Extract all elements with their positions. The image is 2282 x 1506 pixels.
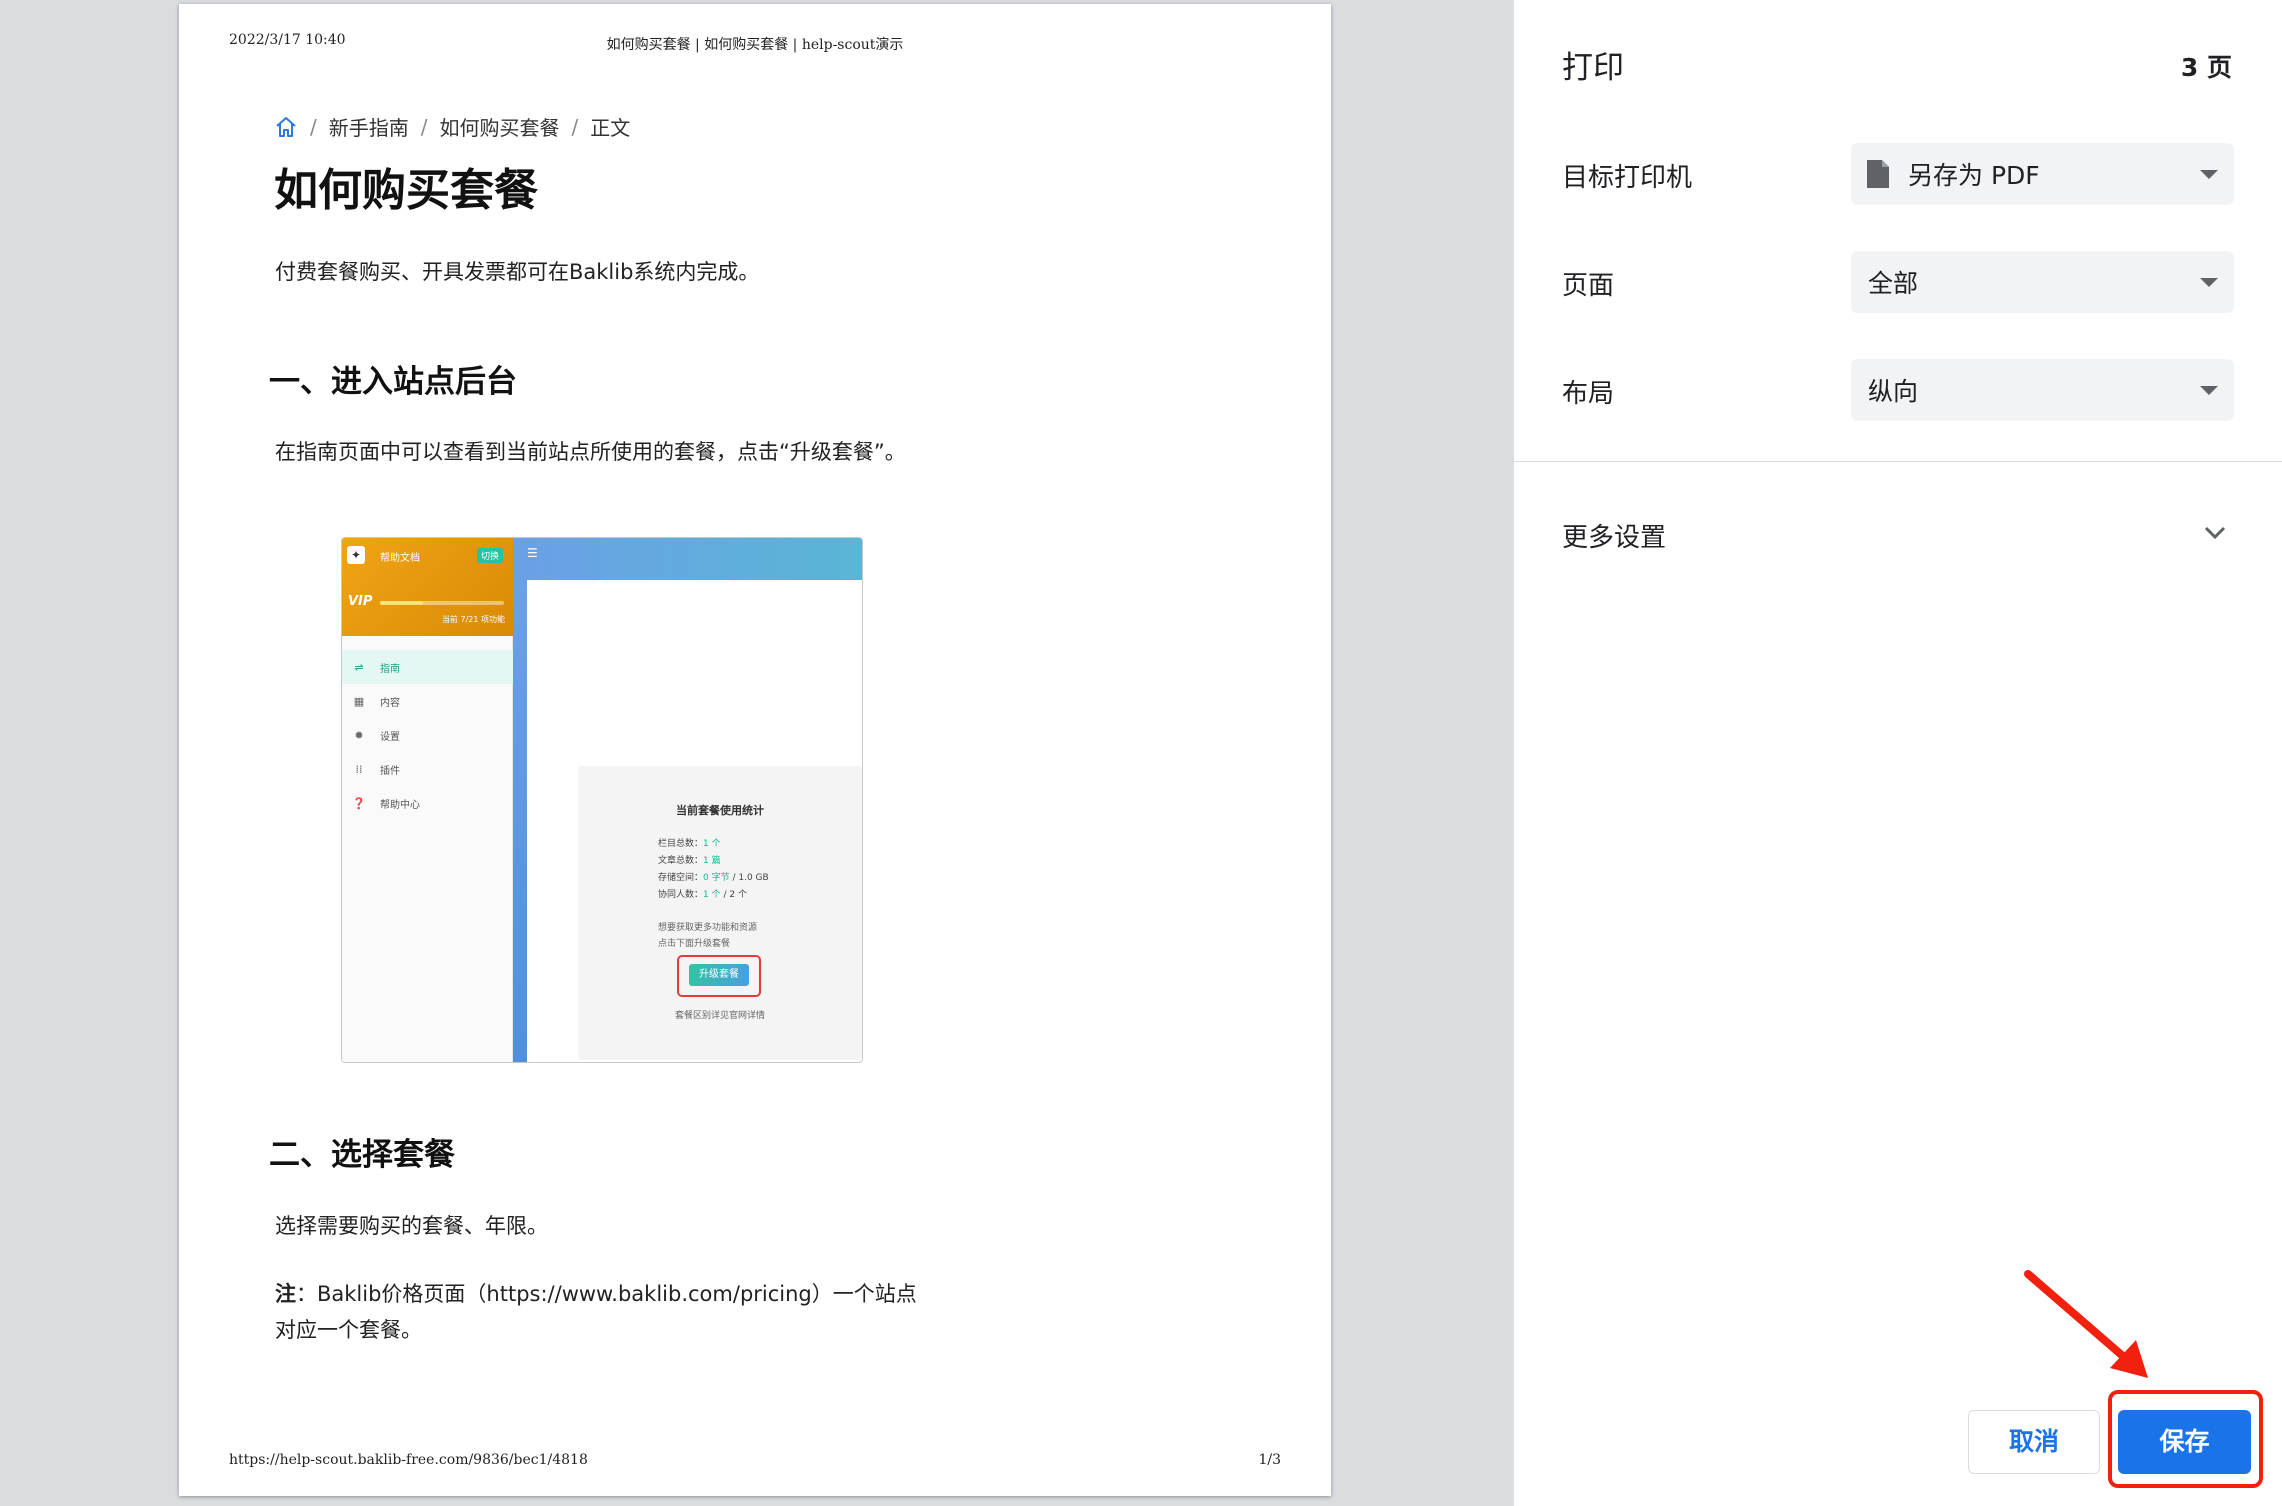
layout-label: 布局 [1562,379,1615,409]
usage-stats-card: 当前套餐使用统计 栏目总数：1 个 文章总数：1 篇 存储空间：0 字节 / 1… [578,766,862,1060]
stat-row: 存储空间：0 字节 / 1.0 GB [658,873,769,883]
screenshot-switch-badge: 切换 [476,548,503,563]
pages-select[interactable]: 全部 [1851,251,2234,313]
cancel-button[interactable]: 取消 [1968,1410,2100,1474]
section2-paragraph: 选择需要购买的套餐、年限。 [275,1214,548,1238]
dropdown-arrow-icon [2200,170,2218,179]
section1-heading: 一、进入站点后台 [269,364,517,400]
grid-icon: ▦ [353,694,365,708]
destination-value: 另存为 PDF [1908,161,2040,190]
screenshot-nav-settings: ✹ 设置 [342,718,513,752]
usage-card-tip: 点击下面升级套餐 [658,939,731,949]
layout-value: 纵向 [1868,377,1919,406]
vip-progress-fill [380,601,424,605]
usage-card-title: 当前套餐使用统计 [676,804,764,817]
document-icon [1867,160,1889,188]
dropdown-arrow-icon [2200,278,2218,287]
screenshot-nav-content: ▦ 内容 [353,694,400,709]
dropdown-arrow-icon [2200,386,2218,395]
article-title: 如何购买套餐 [274,165,538,216]
home-icon [276,116,296,137]
gear-icon: ✹ [354,728,364,742]
screenshot-nav-help: ❓ 帮助中心 [352,796,420,811]
screenshot-sidebar: ✦ 帮助文档 切换 VIP 当前 7/21 项功能 ⇌ 指南 ▦ 内容 ✹ 设置 ⁞⁞… [342,538,513,1062]
usage-card-tip: 想要获取更多功能和资源 [658,923,758,933]
stat-row: 栏目总数：1 个 [658,839,721,849]
breadcrumb-item-purchase: 如何购买套餐 [439,116,560,140]
menu-icon: ☰ [527,546,538,560]
screenshot-nav-guide: ⇌ 指南 [342,650,513,684]
destination-label: 目标打印机 [1562,163,1693,193]
screenshot-upgrade-button: 升级套餐 [689,964,749,986]
more-settings-toggle[interactable]: 更多设置 [1562,517,1666,554]
layout-select[interactable]: 纵向 [1851,359,2234,421]
note-paragraph: 注：Baklib价格页面（https://www.baklib.com/pric… [275,1276,925,1348]
embedded-screenshot: ✦ 帮助文档 切换 VIP 当前 7/21 项功能 ⇌ 指南 ▦ 内容 ✹ 设置 ⁞⁞… [341,537,863,1063]
print-settings-panel: 打印 3 页 目标打印机 另存为 PDF 页面 全部 布局 纵向 更多设置 取消… [1513,0,2282,1506]
screenshot-brand: 帮助文档 [380,553,420,564]
divider [1514,461,2282,462]
usage-card-footer: 套餐区别详见官网详情 [674,1011,765,1021]
breadcrumb-item-guide: 新手指南 [328,116,409,140]
breadcrumb-item-body: 正文 [590,116,631,140]
logo-icon: ✦ [347,546,365,564]
stat-row: 协同人数：1 个 / 2 个 [658,890,747,900]
panel-title: 打印 [1562,50,1624,86]
save-button[interactable]: 保存 [2118,1410,2251,1474]
breadcrumb: / 新手指南 / 如何购买套餐 / 正文 [274,112,630,141]
intro-paragraph: 付费套餐购买、开具发票都可在Baklib系统内完成。 [275,260,760,284]
apps-icon: ⁞⁞ [355,762,363,776]
note-label: 注 [275,1282,296,1306]
note-text: ：Baklib价格页面（https://www.baklib.com/prici… [275,1282,917,1342]
signpost-icon: ⇌ [354,660,364,674]
pages-label: 页面 [1562,271,1615,301]
pages-value: 全部 [1868,269,1919,298]
screenshot-topbar: ☰ [513,538,862,580]
vip-badge: VIP [348,594,373,609]
sheet-count: 3 页 [2180,53,2232,82]
help-icon: ❓ [352,796,366,810]
preview-page: 2022/3/17 10:40 如何购买套餐 | 如何购买套餐 | help-s… [179,4,1331,1496]
stat-row: 文章总数：1 篇 [658,856,721,866]
chevron-down-icon[interactable] [2204,526,2226,540]
screenshot-sidebar-header: ✦ 帮助文档 切换 VIP 当前 7/21 项功能 [342,538,513,636]
section1-paragraph: 在指南页面中可以查看到当前站点所使用的套餐，点击“升级套餐”。 [275,440,906,464]
vip-progress-bar [380,601,504,605]
screenshot-nav-plugins: ⁞⁞ 插件 [342,752,513,786]
destination-select[interactable]: 另存为 PDF [1851,143,2234,205]
page-footer-number: 1/3 [1258,1452,1281,1468]
print-preview-area: 2022/3/17 10:40 如何购买套餐 | 如何购买套餐 | help-s… [0,0,1513,1506]
screenshot-expire-text: 当前 7/21 项功能 [441,615,505,624]
page-header-title: 如何购买套餐 | 如何购买套餐 | help-scout演示 [606,37,904,53]
section2-heading: 二、选择套餐 [269,1137,455,1173]
red-arrow-annotation [2024,1270,2148,1378]
page-footer-url: https://help-scout.baklib-free.com/9836/… [229,1452,588,1468]
